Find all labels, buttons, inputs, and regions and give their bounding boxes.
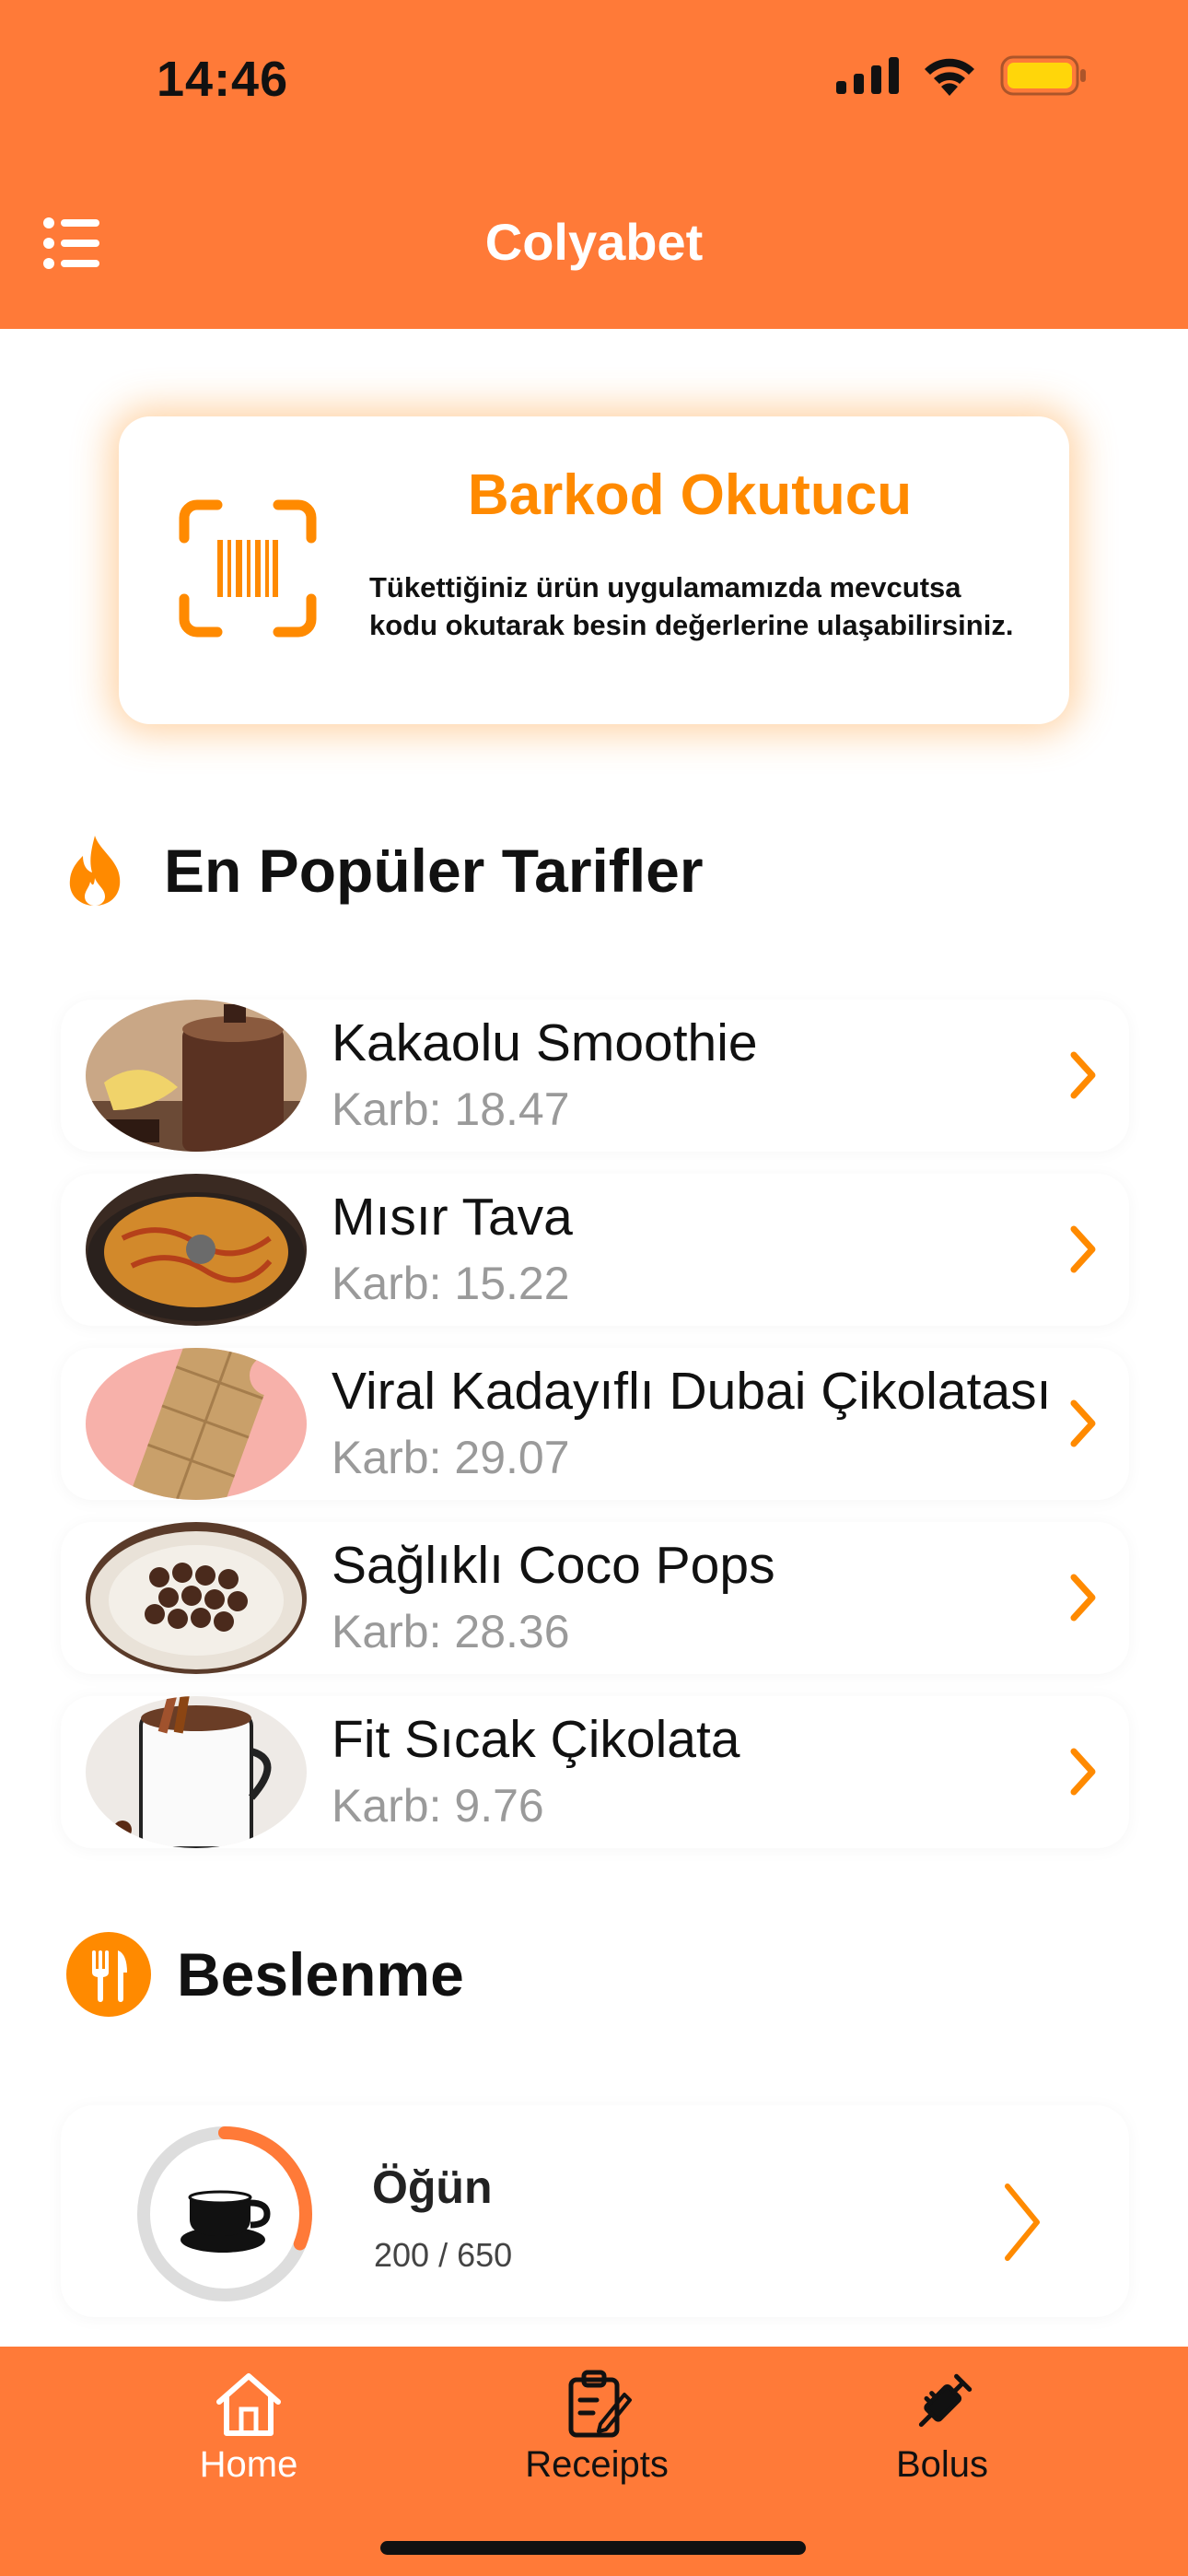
recipe-carb: Karb: 18.47 [332,1083,570,1135]
status-time: 14:46 [157,52,289,107]
barcode-scan-icon [179,499,317,638]
recipe-row[interactable]: Fit Sıcak Çikolata Karb: 9.76 [61,1696,1129,1848]
tab-bolus[interactable]: Bolus [841,2367,1043,2486]
meal-title: Öğün [372,2161,493,2213]
chevron-right-icon [1070,1225,1096,1273]
recipe-thumbnail [86,1348,307,1500]
recipe-name: Mısır Tava [332,1188,573,1247]
fork-knife-icon [66,1932,151,2017]
wifi-icon [925,58,974,96]
barcode-scanner-card[interactable]: Barkod Okutucu Tükettiğiniz ürün uygulam… [119,416,1069,724]
recipe-row[interactable]: Viral Kadayıflı Dubai Çikolatası Karb: 2… [61,1348,1129,1500]
chevron-right-icon [1070,1399,1096,1447]
popular-recipe-list: Kakaolu Smoothie Karb: 18.47 Mısır Tava … [61,1000,1129,1870]
fire-icon [69,836,121,906]
recipe-thumbnail [86,1174,307,1326]
chevron-right-icon [1005,2184,1040,2261]
nutrition-section-header: Beslenme [66,1932,464,2017]
barcode-card-description: Tükettiğiniz ürün uygulamamızda mevcutsa… [369,571,1014,641]
recipe-carb: Karb: 28.36 [332,1606,570,1657]
popular-section-title: En Popüler Tarifler [164,837,704,905]
recipe-row[interactable]: Kakaolu Smoothie Karb: 18.47 [61,1000,1129,1152]
recipe-thumbnail [86,1696,307,1848]
recipe-name: Viral Kadayıflı Dubai Çikolatası [332,1362,1052,1421]
recipe-name: Sağlıklı Coco Pops [332,1536,775,1595]
tab-home[interactable]: Home [147,2367,350,2486]
app-title: Colyabet [484,213,704,271]
chevron-right-icon [1070,1748,1096,1796]
house-icon [216,2373,281,2436]
recipe-thumbnail [86,1522,307,1674]
chevron-right-icon [1070,1574,1096,1622]
clipboard-edit-icon [568,2370,632,2438]
signal-icon [836,57,899,94]
barcode-card-title: Barkod Okutucu [467,463,913,527]
nutrition-section-title: Beslenme [177,1940,464,2008]
tab-label: Receipts [525,2444,669,2485]
status-icons [836,55,1087,96]
home-indicator [380,2541,806,2555]
recipe-name: Fit Sıcak Çikolata [332,1710,740,1769]
meal-card[interactable]: Öğün 200 / 650 [61,2105,1129,2317]
recipe-carb: Karb: 29.07 [332,1432,570,1483]
meal-progress-ring [137,2126,312,2301]
app-header: 14:46 Colyabet [0,0,1188,329]
popular-section-header: En Popüler Tarifler [64,834,704,907]
meal-calorie-value: 200 / 650 [374,2236,513,2274]
recipe-row[interactable]: Sağlıklı Coco Pops Karb: 28.36 [61,1522,1129,1674]
coffee-cup-icon [181,2190,271,2253]
screen: 14:46 Colyabet Barkod Okutucu Tükettiğin… [0,0,1188,2576]
recipe-row[interactable]: Mısır Tava Karb: 15.22 [61,1174,1129,1326]
battery-icon [1000,55,1086,96]
recipe-carb: Karb: 9.76 [332,1780,544,1832]
syringe-icon [918,2373,973,2428]
chevron-right-icon [1070,1051,1096,1099]
tab-label: Bolus [895,2444,989,2485]
recipe-thumbnail [86,1000,307,1152]
recipe-carb: Karb: 15.22 [332,1258,570,1309]
recipe-name: Kakaolu Smoothie [332,1013,758,1072]
tab-label: Home [199,2444,298,2485]
tab-receipts[interactable]: Receipts [495,2367,698,2486]
home-content[interactable]: Barkod Okutucu Tükettiğiniz ürün uygulam… [0,329,1188,2347]
